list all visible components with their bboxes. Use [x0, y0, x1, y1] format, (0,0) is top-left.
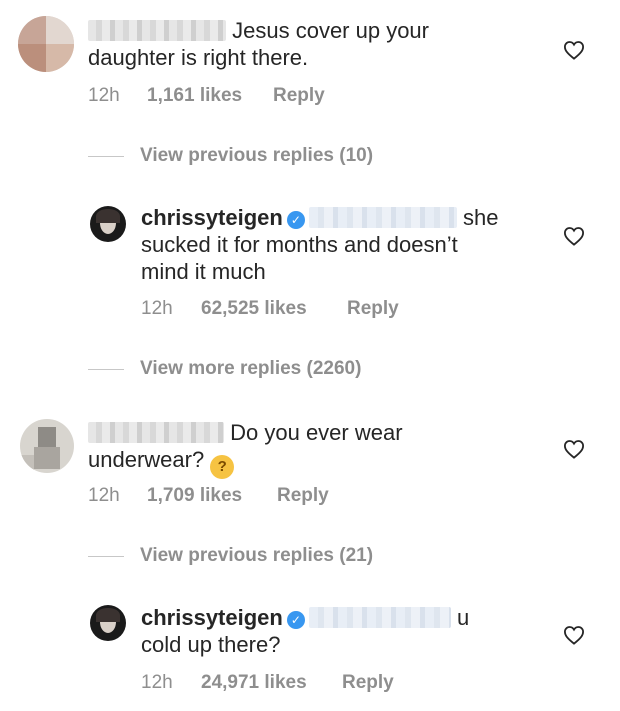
comment-line: Do you ever wear: [230, 420, 403, 445]
reply-text: chrissyteigen ✓ she sucked it for months …: [141, 204, 541, 285]
chrissyteigen-avatar[interactable]: [90, 206, 126, 242]
reply-line: she: [462, 205, 499, 230]
comment-line: Jesus cover up your: [232, 18, 429, 43]
commenter-avatar[interactable]: [18, 16, 74, 72]
reply-button[interactable]: Reply: [277, 485, 329, 507]
reply-time: 12h: [141, 672, 173, 693]
reply-line: sucked it for months and doesn’t: [141, 232, 458, 257]
redacted-username[interactable]: [88, 20, 226, 41]
reply-line: cold up there?: [141, 632, 281, 657]
reply-button[interactable]: Reply: [342, 672, 394, 694]
reply-line: u: [456, 605, 470, 630]
divider-line: [88, 555, 124, 557]
view-replies-label: View previous replies (10): [140, 145, 374, 166]
verified-badge-icon: ✓: [286, 611, 305, 629]
reply-button[interactable]: Reply: [273, 85, 325, 107]
reply-likes[interactable]: 62,525 likes: [201, 298, 347, 320]
reply-username[interactable]: chrissyteigen: [141, 605, 283, 630]
heart-outline-icon[interactable]: [563, 40, 585, 60]
reply-line: mind it much: [141, 259, 266, 284]
heart-outline-icon[interactable]: [563, 226, 585, 246]
heart-outline-icon[interactable]: [563, 625, 585, 645]
view-replies-label: View more replies (2260): [140, 358, 362, 379]
comment-time: 12h: [88, 85, 120, 106]
comment-line: daughter is right there.: [88, 45, 309, 70]
view-replies-button[interactable]: View previous replies (21): [88, 545, 373, 567]
reply-meta: 12h 62,525 likes Reply: [141, 298, 399, 320]
reply-likes[interactable]: 24,971 likes: [201, 672, 342, 694]
comment-text: Do you ever wear underwear??: [88, 419, 548, 479]
comment-likes[interactable]: 1,709 likes: [147, 485, 277, 507]
verified-badge-icon: ✓: [286, 211, 305, 229]
view-replies-button[interactable]: View more replies (2260): [88, 358, 361, 380]
comment-time: 12h: [88, 485, 120, 506]
reply-username[interactable]: chrissyteigen: [141, 205, 283, 230]
view-replies-label: View previous replies (21): [140, 545, 374, 566]
comment-meta: 12h 1,161 likes Reply: [88, 85, 325, 107]
reply-time: 12h: [141, 298, 173, 319]
redacted-username[interactable]: [88, 422, 224, 443]
comment-text: Jesus cover up your daughter is right th…: [88, 17, 548, 71]
comment-likes[interactable]: 1,161 likes: [147, 85, 273, 107]
comment-line: underwear?: [88, 447, 205, 472]
reply-button[interactable]: Reply: [347, 298, 399, 320]
divider-line: [88, 368, 124, 370]
thinking-face-emoji: ?: [210, 455, 235, 479]
commenter-avatar[interactable]: [20, 419, 74, 473]
heart-outline-icon[interactable]: [563, 439, 585, 459]
chrissyteigen-avatar[interactable]: [90, 605, 126, 641]
redacted-mention[interactable]: [308, 607, 451, 628]
view-replies-button[interactable]: View previous replies (10): [88, 145, 373, 167]
redacted-mention[interactable]: [308, 207, 457, 228]
comment-meta: 12h 1,709 likes Reply: [88, 485, 329, 507]
reply-text: chrissyteigen ✓ u cold up there?: [141, 604, 541, 658]
reply-meta: 12h 24,971 likes Reply: [141, 672, 394, 694]
divider-line: [88, 155, 124, 157]
